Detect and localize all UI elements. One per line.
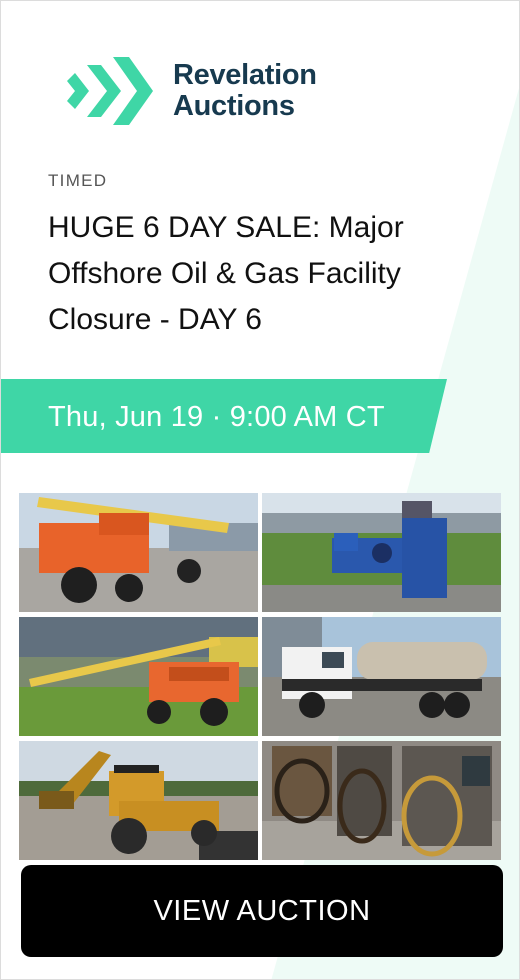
brand-logo: Revelation Auctions [63,53,333,129]
brand-name: Revelation Auctions [173,60,317,122]
auction-card[interactable]: Revelation Auctions TIMED HUGE 6 DAY SAL… [0,0,520,980]
photo-grid [19,493,501,861]
photo-blue-pump-unit[interactable] [262,493,501,612]
chevron-logo-icon [67,57,153,125]
auction-date: Thu, Jun 19 · 9:00 AM CT [48,401,385,433]
brand-name-line1: Revelation [173,59,317,91]
brand-name-line2: Auctions [173,90,295,122]
photo-white-tanker-truck[interactable] [262,617,501,736]
auction-title[interactable]: HUGE 6 DAY SALE: Major Offshore Oil & Ga… [48,205,488,343]
auction-type-label: TIMED [48,171,108,190]
photo-welding-cable-machines[interactable] [262,741,501,860]
photo-orange-boom-lift[interactable] [19,493,258,612]
view-auction-button[interactable]: VIEW AUCTION [21,865,503,957]
photo-yellow-backhoe-loader[interactable] [19,741,258,860]
photo-orange-boom-lift-extended[interactable] [19,617,258,736]
